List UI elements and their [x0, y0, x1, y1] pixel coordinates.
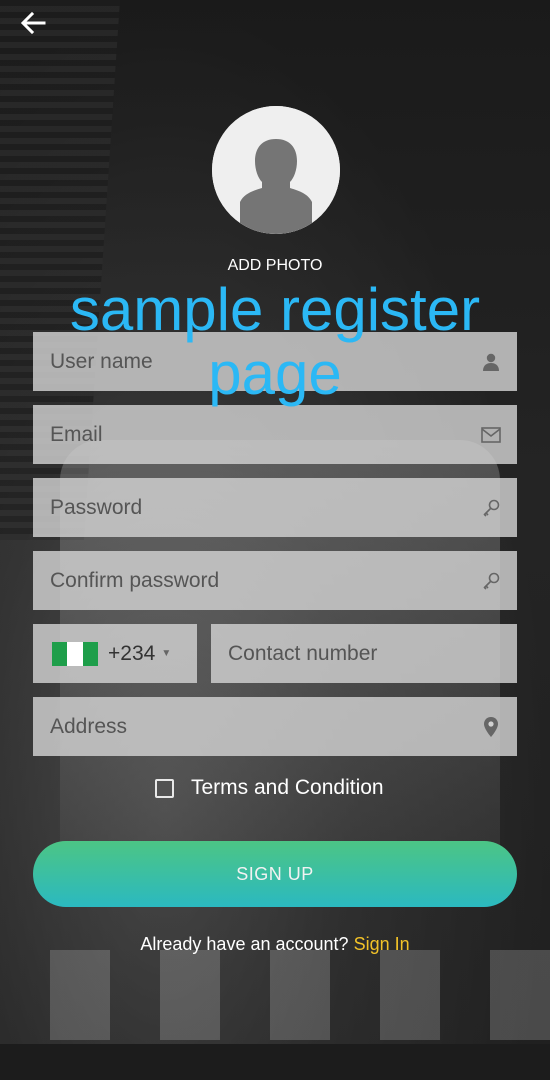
contact-placeholder: Contact number [228, 641, 378, 665]
signin-prompt: Already have an account? Sign In [0, 934, 550, 955]
nigeria-flag-icon [52, 641, 98, 666]
back-arrow-icon[interactable] [20, 10, 50, 40]
background-crosswalk [0, 950, 550, 1040]
envelope-icon [481, 425, 501, 445]
avatar-photo-button[interactable] [212, 106, 340, 234]
country-code-value: +234 [108, 641, 156, 665]
sign-up-button[interactable]: SIGN UP [33, 841, 517, 907]
sign-in-link[interactable]: Sign In [354, 934, 410, 954]
key-icon [481, 498, 501, 518]
user-icon [481, 352, 501, 372]
terms-row: Terms and Condition [155, 776, 384, 800]
key-icon [481, 571, 501, 591]
address-placeholder: Address [50, 714, 128, 738]
password-field[interactable]: Password [33, 478, 517, 537]
confirm-password-field[interactable]: Confirm password [33, 551, 517, 610]
email-placeholder: Email [50, 422, 103, 446]
country-code-selector[interactable]: +234 ▼ [33, 624, 197, 683]
location-pin-icon [481, 716, 501, 737]
background-road [0, 1044, 550, 1080]
confirm-password-placeholder: Confirm password [50, 568, 220, 592]
terms-label[interactable]: Terms and Condition [191, 776, 384, 800]
username-placeholder: User name [50, 349, 153, 373]
password-placeholder: Password [50, 495, 143, 519]
add-photo-label[interactable]: ADD PHOTO [0, 257, 550, 275]
username-field[interactable]: User name [33, 332, 517, 391]
terms-checkbox[interactable] [155, 778, 174, 798]
address-field[interactable]: Address [33, 697, 517, 756]
already-have-account-text: Already have an account? [140, 934, 349, 954]
user-silhouette-icon [212, 106, 340, 234]
email-field[interactable]: Email [33, 405, 517, 464]
contact-number-field[interactable]: Contact number [211, 624, 517, 683]
chevron-down-icon: ▼ [161, 648, 172, 659]
